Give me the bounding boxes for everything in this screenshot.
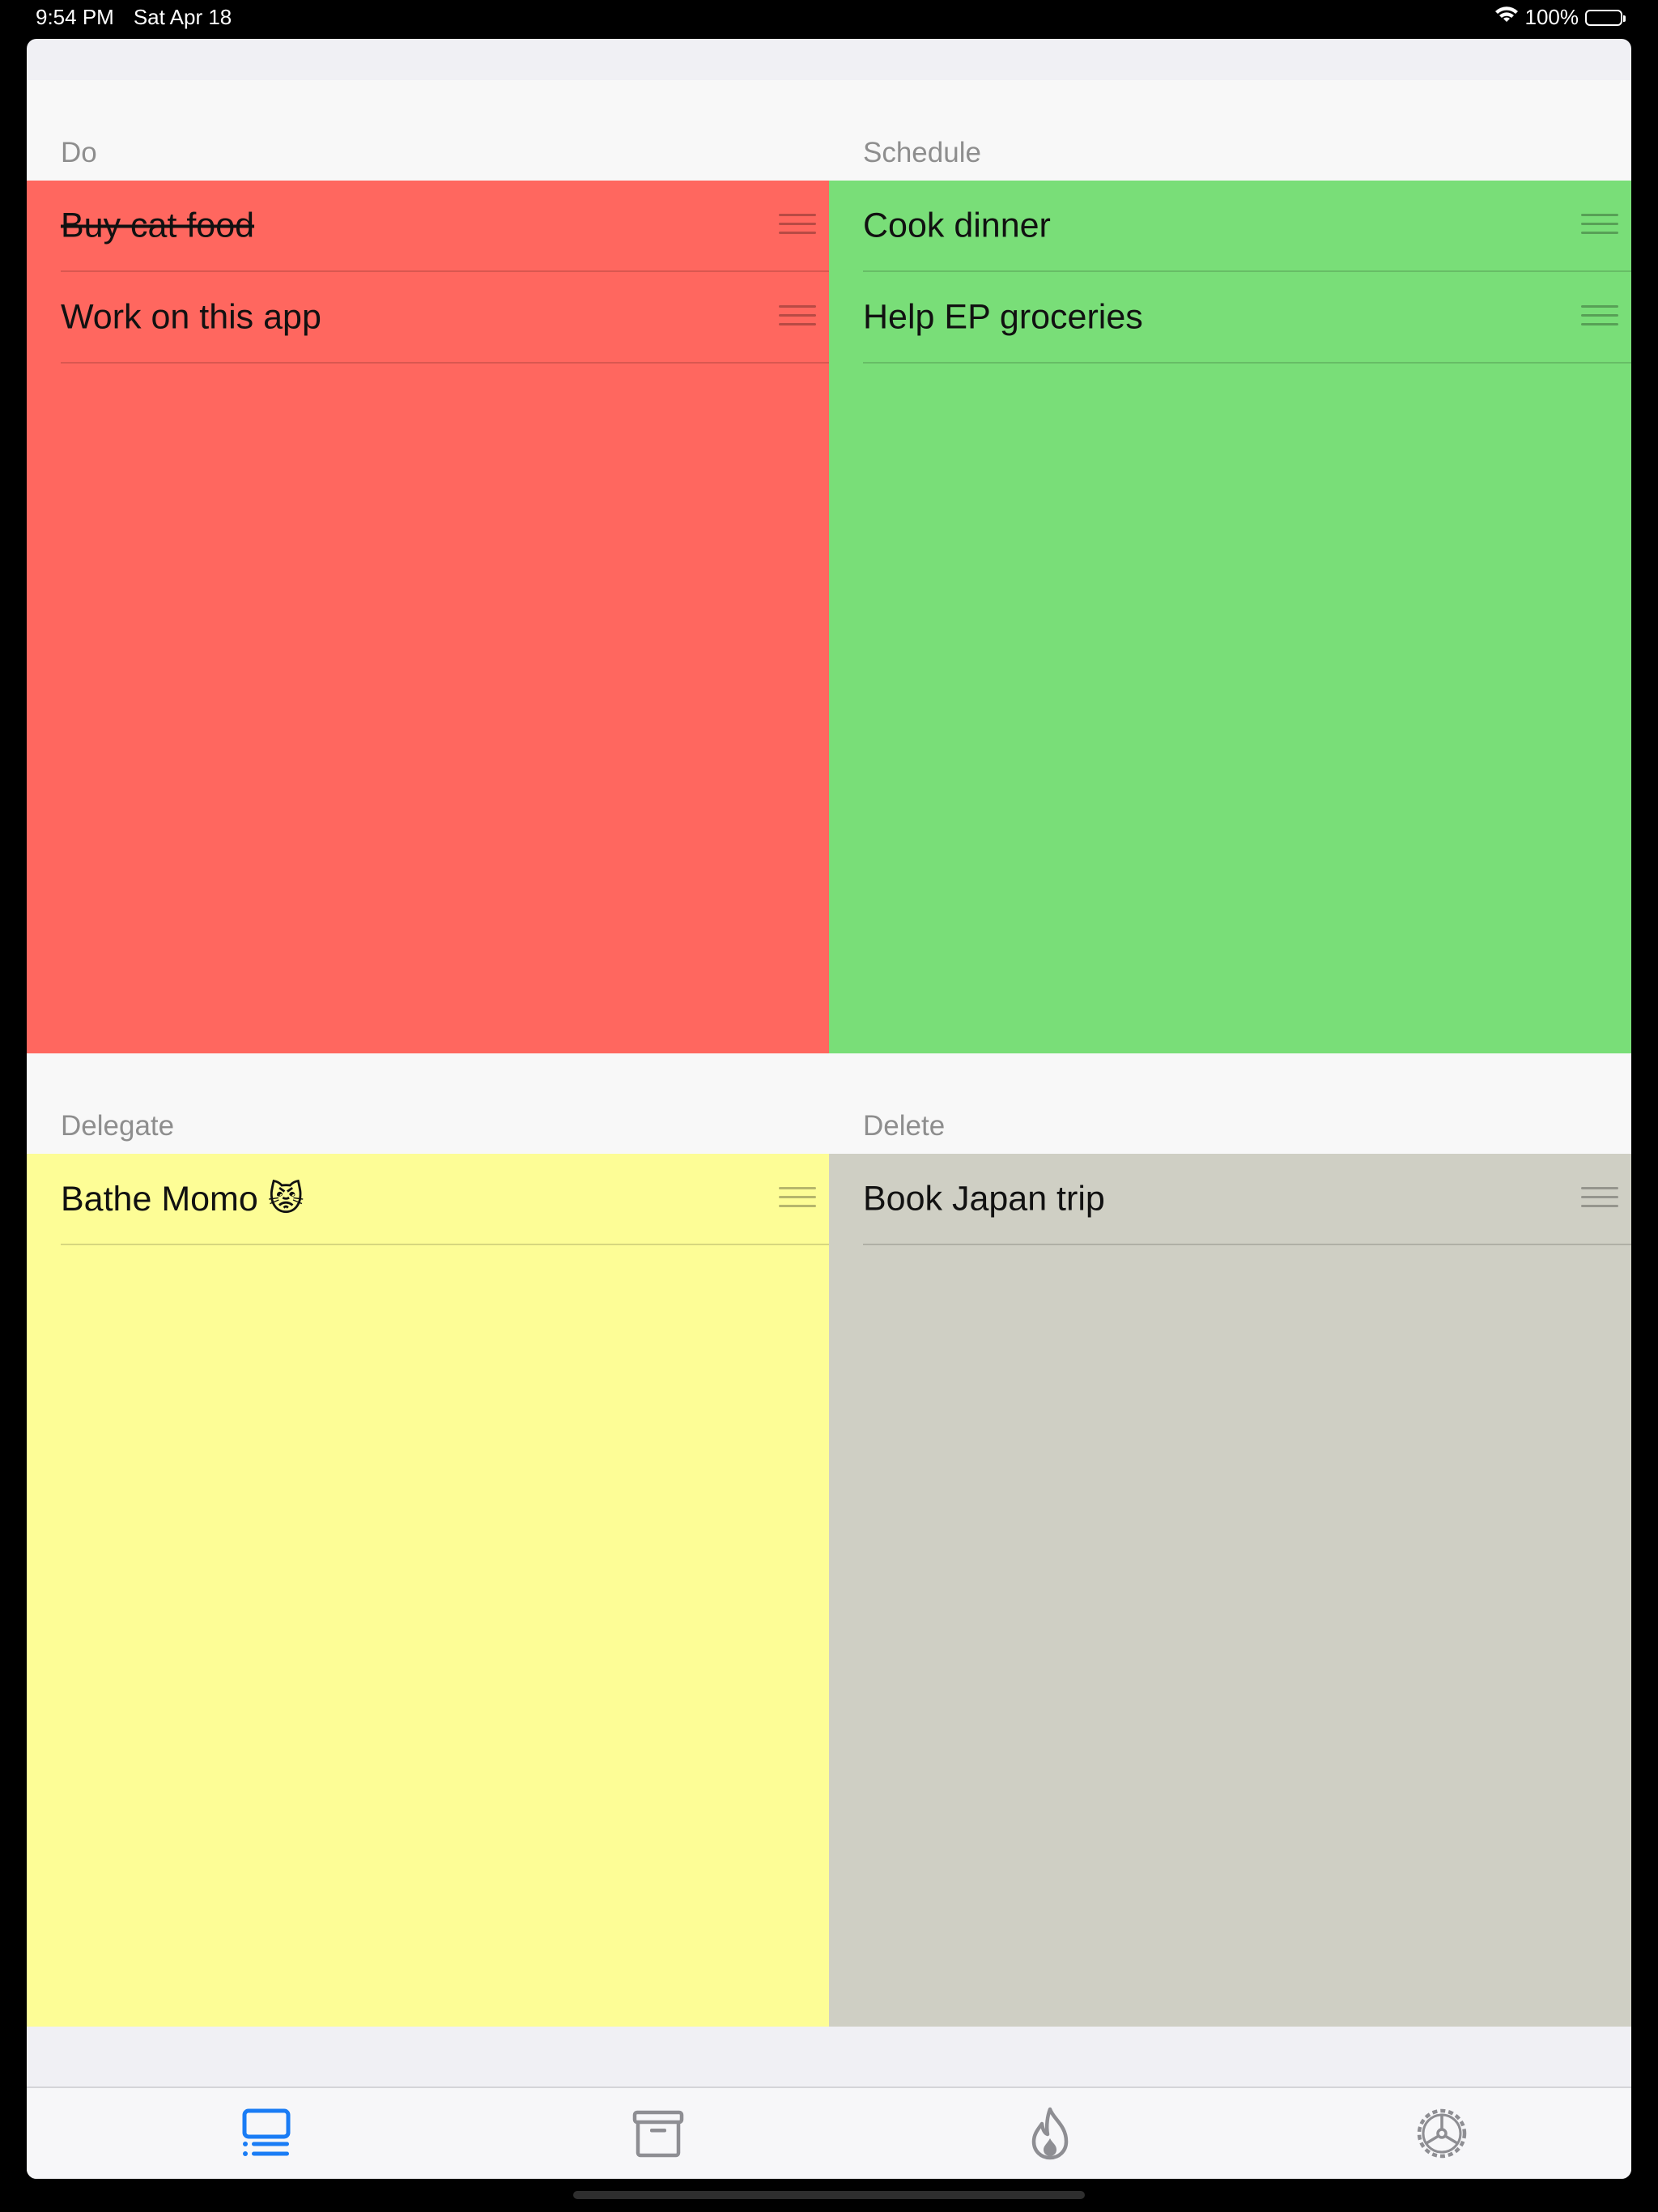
quadrant-title: Delete bbox=[863, 1110, 946, 1142]
quadrant-title: Delegate bbox=[61, 1110, 175, 1142]
drag-handle-icon[interactable] bbox=[779, 304, 816, 330]
status-date: Sat Apr 18 bbox=[133, 5, 232, 29]
home-indicator bbox=[573, 2191, 1085, 2199]
task-row[interactable]: Work on this app bbox=[61, 272, 829, 364]
battery-percent: 100% bbox=[1524, 5, 1579, 29]
quadrant-title: Schedule bbox=[863, 137, 981, 168]
tab-matrix[interactable] bbox=[66, 2088, 467, 2179]
quadrant-task-list: Bathe Momo 😾 bbox=[27, 1154, 829, 2027]
status-time: 9:54 PM bbox=[36, 5, 114, 29]
quadrant-task-list: Cook dinner Help EP groceries bbox=[829, 181, 1631, 1053]
task-label: Help EP groceries bbox=[863, 297, 1143, 336]
quadrant-task-list: Book Japan trip bbox=[829, 1154, 1631, 2027]
quadrant-do: Do Buy cat food Work on this app bbox=[27, 80, 829, 1053]
settings-wheel-icon bbox=[1417, 2108, 1467, 2159]
app-window: Do Buy cat food Work on this app Schedul… bbox=[27, 39, 1631, 2179]
matrix-list-icon bbox=[242, 2108, 291, 2156]
tab-flame[interactable] bbox=[849, 2088, 1251, 2179]
drag-handle-icon[interactable] bbox=[779, 1186, 816, 1211]
task-row[interactable]: Buy cat food bbox=[61, 181, 829, 272]
drag-handle-icon[interactable] bbox=[779, 213, 816, 238]
quadrant-header: Do bbox=[27, 80, 829, 181]
task-label: Bathe Momo 😾 bbox=[61, 1179, 304, 1219]
drag-handle-icon[interactable] bbox=[1581, 304, 1618, 330]
tab-settings[interactable] bbox=[1241, 2088, 1631, 2179]
quadrant-header: Schedule bbox=[829, 80, 1631, 181]
task-row[interactable]: Book Japan trip bbox=[863, 1154, 1631, 1245]
tab-archive[interactable] bbox=[457, 2088, 859, 2179]
task-label: Work on this app bbox=[61, 297, 321, 336]
quadrant-delegate: Delegate Bathe Momo 😾 bbox=[27, 1053, 829, 2027]
archive-box-icon bbox=[632, 2110, 684, 2158]
task-row[interactable]: Bathe Momo 😾 bbox=[61, 1154, 829, 1245]
status-bar: 9:54 PM Sat Apr 18 100% bbox=[0, 0, 1658, 36]
quadrant-schedule: Schedule Cook dinner Help EP groceries bbox=[829, 80, 1631, 1053]
wifi-icon bbox=[1494, 5, 1519, 30]
task-label: Book Japan trip bbox=[863, 1179, 1105, 1218]
quadrant-header: Delegate bbox=[27, 1053, 829, 1154]
drag-handle-icon[interactable] bbox=[1581, 1186, 1618, 1211]
task-label: Cook dinner bbox=[863, 206, 1051, 245]
quadrant-task-list: Buy cat food Work on this app bbox=[27, 181, 829, 1053]
task-row[interactable]: Cook dinner bbox=[863, 181, 1631, 272]
quadrant-header: Delete bbox=[829, 1053, 1631, 1154]
task-label: Buy cat food bbox=[61, 206, 255, 245]
battery-icon bbox=[1585, 9, 1626, 26]
quadrant-title: Do bbox=[61, 137, 97, 168]
flame-icon bbox=[1031, 2107, 1069, 2160]
quadrant-delete: Delete Book Japan trip bbox=[829, 1053, 1631, 2027]
tab-bar bbox=[27, 2087, 1631, 2179]
drag-handle-icon[interactable] bbox=[1581, 213, 1618, 238]
task-row[interactable]: Help EP groceries bbox=[863, 272, 1631, 364]
